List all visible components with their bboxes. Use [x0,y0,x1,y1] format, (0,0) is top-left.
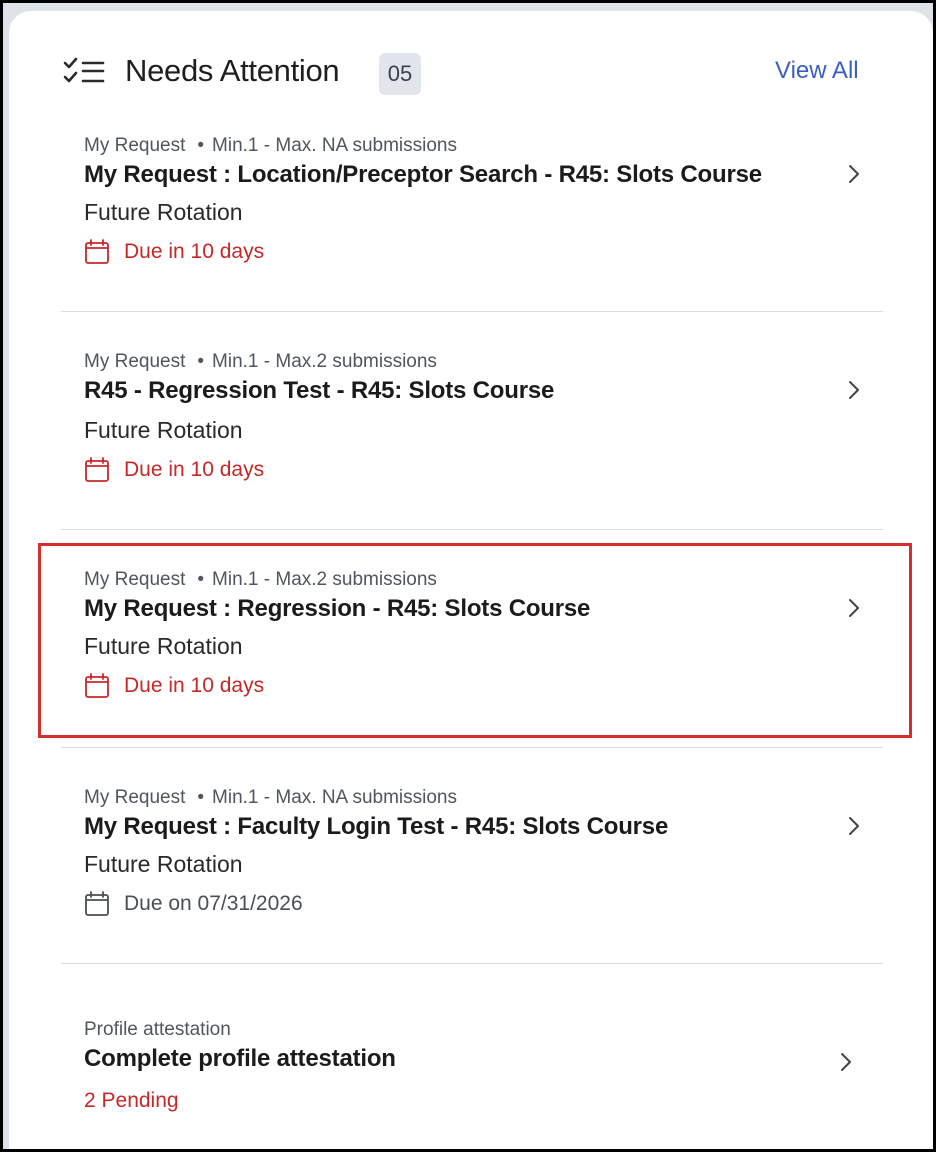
item-limits: Min.1 - Max.2 submissions [212,351,437,372]
item-title: My Request : Location/Preceptor Search -… [84,161,762,188]
chevron-right-icon[interactable] [837,1049,855,1075]
pending-count: 2 Pending [84,1089,179,1112]
count-badge: 05 [379,53,421,95]
list-item[interactable]: My Request • Min.1 - Max. NA submissions M… [9,135,933,305]
separator-dot: • [197,351,205,372]
chevron-right-icon[interactable] [845,161,863,187]
page-title: Needs Attention [125,53,340,88]
item-type: Profile attestation [84,1019,231,1040]
due-text: Due in 10 days [124,458,265,481]
divider [61,311,883,312]
checklist-icon [63,57,105,83]
item-limits: Min.1 - Max. NA submissions [212,787,457,808]
window-frame: Needs Attention 05 View All My Request • M… [0,0,936,1152]
item-meta: My Request • Min.1 - Max.2 submissions [84,351,437,373]
card-header: Needs Attention 05 View All [9,11,933,131]
item-limits: Min.1 - Max.2 submissions [212,569,437,590]
item-title: My Request : Regression - R45: Slots Cou… [84,595,591,622]
item-type: My Request [84,351,186,372]
view-all-link[interactable]: View All [775,57,859,85]
separator-dot: • [197,569,205,590]
item-type: My Request [84,787,186,808]
calendar-icon [85,239,109,264]
item-subtitle: Future Rotation [84,633,243,659]
divider [61,529,883,530]
list-item-attestation[interactable]: Profile attestation Complete profile att… [9,1019,933,1129]
due-indicator: Due in 10 days [84,455,264,485]
item-title: My Request : Faculty Login Test - R45: S… [84,813,669,840]
list-item[interactable]: My Request • Min.1 - Max.2 submissions R45… [9,351,933,521]
calendar-icon [85,673,109,698]
separator-dot: • [197,787,205,808]
due-text: Due in 10 days [124,240,265,263]
item-type: My Request [84,569,186,590]
item-meta: My Request • Min.1 - Max.2 submissions [84,569,437,591]
due-text: Due in 10 days [124,674,265,697]
item-meta: My Request • Min.1 - Max. NA submissions [84,787,457,809]
calendar-icon [85,457,109,482]
divider [61,747,883,748]
chevron-right-icon[interactable] [845,813,863,839]
item-title: R45 - Regression Test - R45: Slots Cours… [84,377,555,404]
item-subtitle: Future Rotation [84,417,243,443]
list-item[interactable]: My Request • Min.1 - Max.2 submissions My … [9,569,933,739]
item-subtitle: Future Rotation [84,851,243,877]
chevron-right-icon[interactable] [845,377,863,403]
due-indicator: Due in 10 days [84,237,264,267]
item-title: Complete profile attestation [84,1045,396,1072]
separator-dot: • [197,135,205,156]
divider [61,963,883,964]
chevron-right-icon[interactable] [845,595,863,621]
due-text: Due on 07/31/2026 [124,892,303,915]
list-item[interactable]: My Request • Min.1 - Max. NA submissions M… [9,787,933,957]
item-meta: My Request • Min.1 - Max. NA submissions [84,135,457,157]
needs-attention-card: Needs Attention 05 View All My Request • M… [9,11,933,1149]
item-subtitle: Future Rotation [84,199,243,225]
item-limits: Min.1 - Max. NA submissions [212,135,457,156]
due-indicator: Due on 07/31/2026 [84,889,303,919]
due-indicator: Due in 10 days [84,671,264,701]
item-type: My Request [84,135,186,156]
calendar-icon [85,891,109,916]
